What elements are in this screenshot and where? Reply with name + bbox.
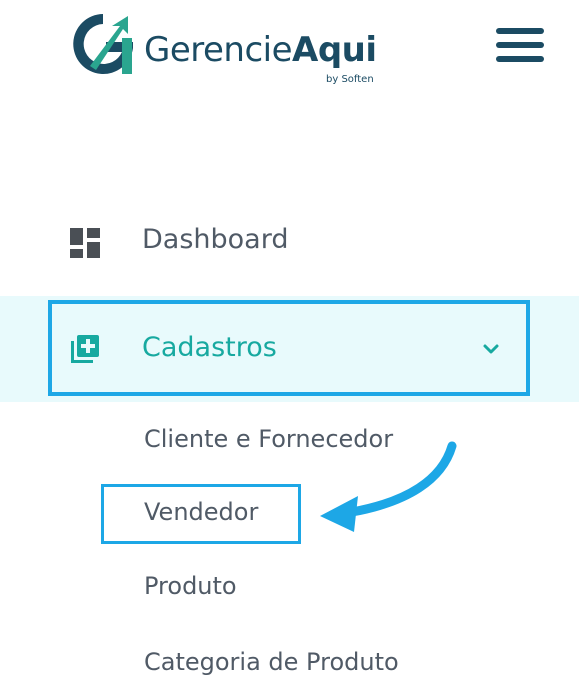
sidebar-item-label: Dashboard xyxy=(142,224,289,255)
sidebar-item-dashboard[interactable]: Dashboard xyxy=(0,214,579,270)
submenu-item-vendedor[interactable]: Vendedor xyxy=(144,498,258,526)
chevron-down-icon[interactable] xyxy=(480,338,502,360)
brand-name: GerencieAqui xyxy=(144,30,377,70)
submenu-item-produto[interactable]: Produto xyxy=(144,572,237,600)
brand-name-bold: Aqui xyxy=(292,30,377,70)
submenu-item-categoria-produto[interactable]: Categoria de Produto xyxy=(144,648,399,676)
gerencieaqui-logo-icon xyxy=(73,14,133,74)
brand-name-regular: Gerencie xyxy=(144,30,293,70)
brand-logo[interactable]: GerencieAqui by Soften xyxy=(66,8,396,86)
sidebar-item-cadastros[interactable]: Cadastros xyxy=(48,300,530,396)
hamburger-menu-icon[interactable] xyxy=(496,28,544,70)
dashboard-icon xyxy=(70,228,100,258)
brand-byline: by Soften xyxy=(326,74,374,85)
sidebar-item-label: Cadastros xyxy=(142,332,277,363)
pointer-arrow-icon xyxy=(320,441,457,532)
add-box-icon xyxy=(71,335,99,363)
